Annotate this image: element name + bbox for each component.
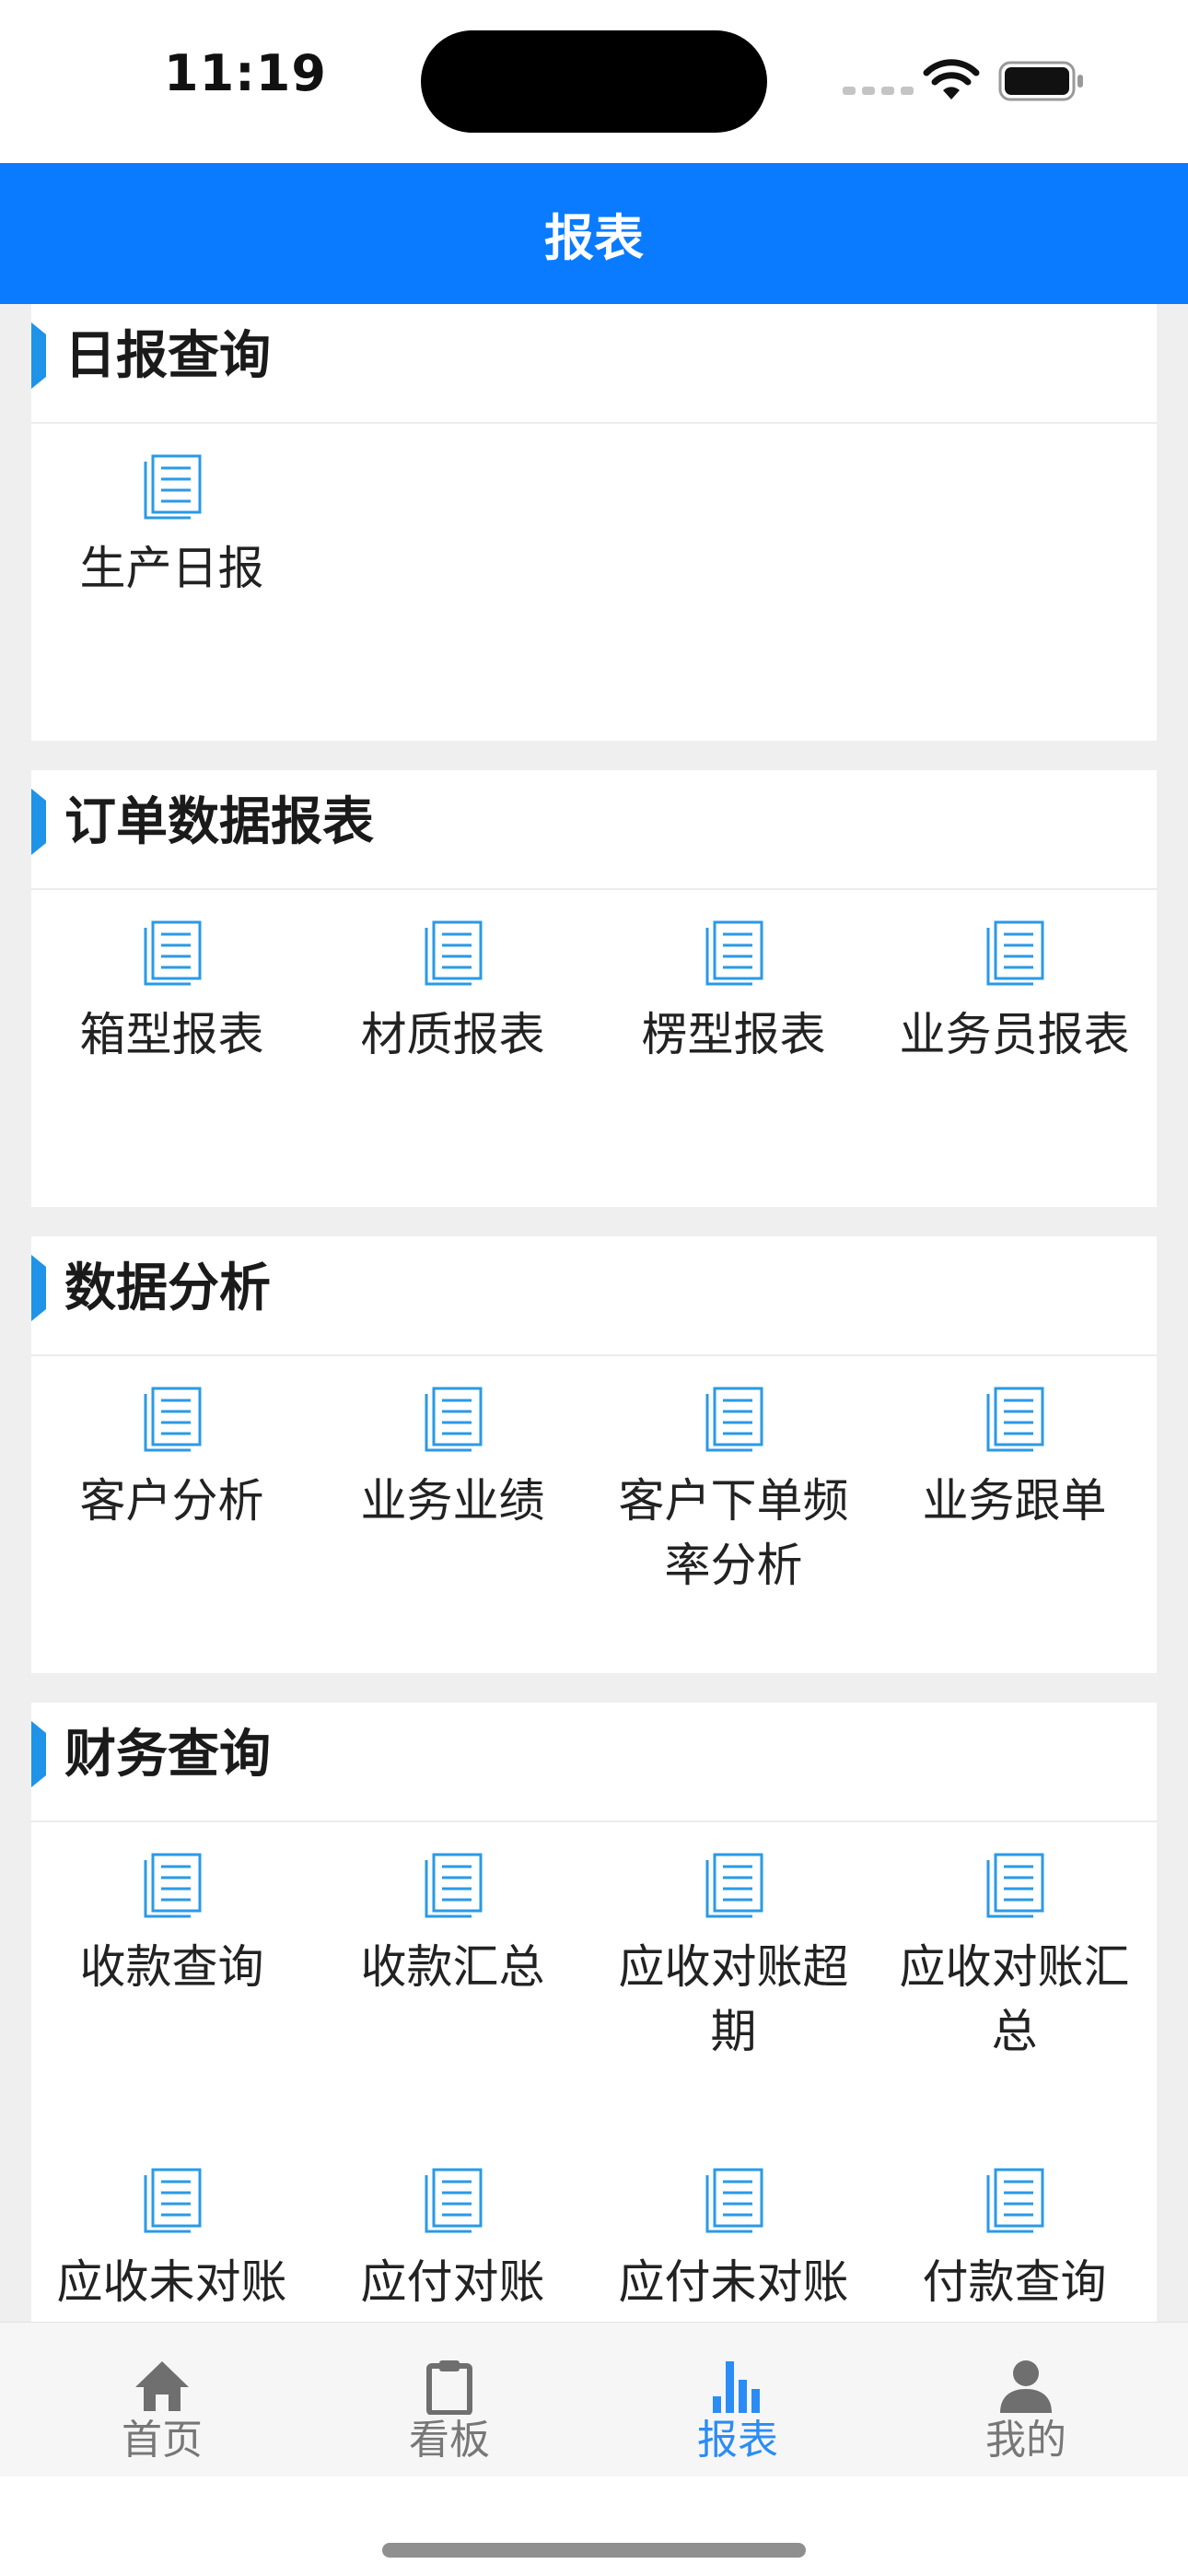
report-tile-receivable-summary[interactable]: 应收对账汇总 [874,1852,1155,2128]
battery-icon [998,61,1083,101]
section-header: 日报查询 [31,304,1157,424]
tab-reports[interactable]: 报表 [594,2323,881,2477]
report-icon [986,1387,1044,1452]
report-icon [425,1853,483,1918]
tab-label: 我的 [985,2417,1066,2464]
clipboard-icon [426,2360,472,2415]
report-icon [425,1387,483,1452]
tab-label: 看板 [409,2417,490,2464]
tab-bar: 首页 看板 报表 我的 [0,2322,1188,2476]
report-tile-receipt-query[interactable]: 收款查询 [31,1852,312,2128]
tab-profile[interactable]: 我的 [882,2323,1170,2477]
tile-label: 楞型报表 [641,1008,826,1061]
report-icon [986,920,1044,986]
section-header: 财务查询 [31,1703,1157,1822]
report-tile-payable-reconciliation[interactable]: 应付对账 [312,2167,593,2322]
tile-label: 生产日报 [79,542,264,595]
nav-bar: 报表 [0,163,1188,304]
section-marker [31,1255,46,1321]
report-tile-receivable-overdue[interactable]: 应收对账超期 [593,1852,874,2128]
section-title: 数据分析 [64,1259,271,1318]
wifi-icon [923,59,980,100]
report-tile-order-tracking[interactable]: 业务跟单 [874,1386,1155,1662]
tile-label: 业务跟单 [922,1474,1107,1528]
page-title: 报表 [544,209,644,267]
tab-label: 首页 [122,2417,203,2464]
report-icon [144,1387,202,1452]
section-marker [31,322,46,389]
tile-label: 客户分析 [79,1474,264,1528]
tile-label: 收款汇总 [360,1940,545,1994]
report-tile-customer-analysis[interactable]: 客户分析 [31,1386,312,1662]
report-tile-receipt-summary[interactable]: 收款汇总 [312,1852,593,2128]
report-tile-payment-query[interactable]: 付款查询 [874,2167,1155,2322]
tile-label: 应付对账 [360,2255,545,2309]
tab-home[interactable]: 首页 [18,2323,306,2477]
tile-label: 收款查询 [79,1940,264,1994]
report-tile-box-type[interactable]: 箱型报表 [31,919,312,1196]
tile-label: 应付未对账 [618,2255,849,2309]
report-icon [705,920,763,986]
section-finance: 财务查询 收款查询 收款汇总 应收对账超期 应收对账汇总 应收未对账 应付对账 [31,1703,1157,2322]
section-title: 日报查询 [64,326,271,386]
report-tile-receivable-unreconciled[interactable]: 应收未对账 [31,2167,312,2322]
tile-label: 应收未对账 [56,2255,287,2309]
report-icon [986,1853,1044,1918]
report-tile-payable-unreconciled[interactable]: 应付未对账 [593,2167,874,2322]
report-icon [144,1853,202,1918]
home-icon [135,2361,189,2411]
user-icon [1000,2360,1052,2413]
section-daily-report: 日报查询 生产日报 [31,304,1157,741]
bar-chart-icon [713,2361,760,2413]
report-icon [425,920,483,986]
report-tile-sales-performance[interactable]: 业务业绩 [312,1386,593,1662]
tile-label: 应收对账汇总 [899,1940,1130,2058]
section-order-reports: 订单数据报表 箱型报表 材质报表 楞型报表 业务员报表 [31,770,1157,1207]
section-marker [31,789,46,855]
tile-label: 应收对账超期 [618,1940,849,2058]
report-icon [705,1387,763,1452]
section-title: 财务查询 [64,1725,271,1785]
tile-label: 付款查询 [922,2255,1107,2309]
section-header: 订单数据报表 [31,770,1157,890]
home-area [0,2476,1188,2576]
report-tile-order-frequency[interactable]: 客户下单频率分析 [593,1386,874,1662]
tab-label: 报表 [697,2417,778,2464]
report-tile-material[interactable]: 材质报表 [312,919,593,1196]
report-tile-flute-type[interactable]: 楞型报表 [593,919,874,1196]
section-header: 数据分析 [31,1236,1157,1356]
tab-dashboard[interactable]: 看板 [306,2323,593,2477]
status-bar: 11:19 [0,0,1188,163]
home-indicator[interactable] [382,2543,806,2558]
tile-label: 业务员报表 [899,1008,1130,1061]
report-icon [986,2168,1044,2233]
section-title: 订单数据报表 [64,792,374,852]
tile-label: 材质报表 [360,1008,545,1061]
report-icon [705,1853,763,1918]
tile-label: 箱型报表 [79,1008,264,1061]
section-data-analysis: 数据分析 客户分析 业务业绩 客户下单频率分析 业务跟单 [31,1236,1157,1673]
report-icon [144,920,202,986]
status-time: 11:19 [164,44,327,102]
report-list[interactable]: 日报查询 生产日报 订单数据报表 箱型报表 材质报表 楞型报表 业务员报表 数据… [0,304,1188,2322]
report-tile-production-daily[interactable]: 生产日报 [31,453,312,730]
report-icon [705,2168,763,2233]
signal-icon [843,87,914,95]
section-marker [31,1721,46,1787]
report-icon [144,454,202,520]
dynamic-island [421,30,767,133]
tile-label: 业务业绩 [360,1474,545,1528]
report-tile-salesperson[interactable]: 业务员报表 [874,919,1155,1196]
tile-label: 客户下单频率分析 [618,1474,849,1592]
report-icon [425,2168,483,2233]
report-icon [144,2168,202,2233]
